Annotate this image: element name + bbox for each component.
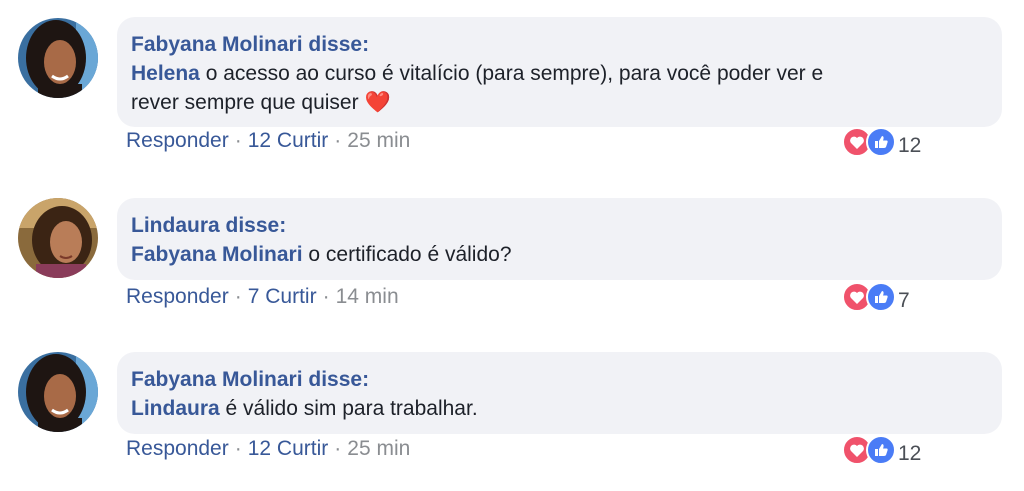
comment-time: 25 min	[347, 437, 411, 460]
like-link[interactable]: 12 Curtir	[248, 129, 329, 152]
mention-link[interactable]: Lindaura	[131, 397, 220, 420]
comment-time: 25 min	[347, 129, 411, 152]
avatar[interactable]	[18, 198, 98, 278]
comment-text: o certificado é válido?	[302, 243, 512, 266]
reaction-count: 7	[898, 289, 910, 312]
avatar-photo-icon	[18, 352, 98, 432]
separator: ·	[322, 285, 330, 308]
comment-text: é válido sim para trabalhar.	[219, 397, 478, 420]
thumbs-up-icon	[866, 127, 896, 157]
reactions-summary[interactable]: 12	[842, 435, 922, 465]
reaction-count: 12	[898, 442, 922, 465]
reply-link[interactable]: Responder	[126, 437, 229, 460]
reactions-summary[interactable]: 12	[842, 127, 922, 157]
reply-link[interactable]: Responder	[126, 285, 229, 308]
separator: ·	[234, 437, 242, 460]
comment-bubble: Lindaura disse: Fabyana Molinari o certi…	[117, 198, 1002, 280]
reactions-summary[interactable]: 7	[842, 282, 910, 312]
comment-text: rever sempre que quiser ❤️	[131, 91, 391, 114]
reply-link[interactable]: Responder	[126, 129, 229, 152]
separator: ·	[334, 437, 342, 460]
avatar-photo-icon	[18, 198, 98, 278]
comment-bubble: Fabyana Molinari disse: Lindaura é válid…	[117, 352, 1002, 434]
avatar[interactable]	[18, 18, 98, 98]
avatar-photo-icon	[18, 18, 98, 98]
separator: ·	[334, 129, 342, 152]
comment-actions: Responder · 12 Curtir · 25 min	[126, 437, 410, 461]
separator: ·	[234, 129, 242, 152]
comment-actions: Responder · 7 Curtir · 14 min	[126, 285, 399, 309]
comment-author[interactable]: Fabyana Molinari disse:	[131, 33, 369, 56]
mention-link[interactable]: Fabyana Molinari	[131, 243, 303, 266]
like-link[interactable]: 7 Curtir	[248, 285, 317, 308]
comment-author[interactable]: Fabyana Molinari disse:	[131, 368, 369, 391]
comment-author[interactable]: Lindaura disse:	[131, 214, 286, 237]
mention-link[interactable]: Helena	[131, 62, 200, 85]
comment-bubble: Fabyana Molinari disse: Helena o acesso …	[117, 17, 1002, 127]
like-link[interactable]: 12 Curtir	[248, 437, 329, 460]
comment-actions: Responder · 12 Curtir · 25 min	[126, 129, 410, 153]
avatar[interactable]	[18, 352, 98, 432]
reaction-count: 12	[898, 134, 922, 157]
comment-time: 14 min	[335, 285, 399, 308]
thumbs-up-icon	[866, 435, 896, 465]
separator: ·	[234, 285, 242, 308]
thumbs-up-icon	[866, 282, 896, 312]
comment-text: o acesso ao curso é vitalício (para semp…	[199, 62, 824, 85]
